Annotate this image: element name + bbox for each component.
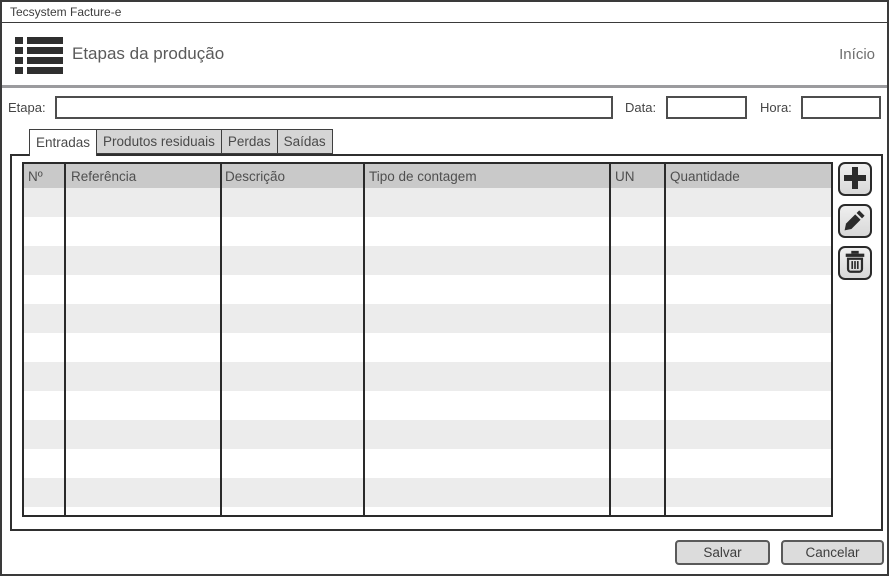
column-header: UN bbox=[615, 164, 662, 188]
page-title: Etapas da produção bbox=[72, 23, 224, 85]
column-divider bbox=[363, 164, 365, 515]
table-row bbox=[24, 362, 831, 391]
tab-perdas[interactable]: Perdas bbox=[221, 129, 278, 154]
data-label: Data: bbox=[625, 100, 656, 115]
etapa-label: Etapa: bbox=[8, 100, 46, 115]
tab-produtos-residuais[interactable]: Produtos residuais bbox=[96, 129, 222, 154]
list-icon bbox=[14, 36, 64, 77]
column-header: Descrição bbox=[225, 164, 361, 188]
table-body[interactable] bbox=[24, 188, 831, 515]
hora-input[interactable] bbox=[801, 96, 881, 119]
column-divider bbox=[220, 164, 222, 515]
items-table[interactable]: Nº Referência Descrição Tipo de contagem UN Q… bbox=[22, 162, 833, 517]
table-row bbox=[24, 217, 831, 246]
trash-icon bbox=[842, 249, 868, 278]
save-button[interactable]: Salvar bbox=[675, 540, 770, 565]
delete-row-button[interactable] bbox=[838, 246, 872, 280]
table-row bbox=[24, 449, 831, 478]
table-row bbox=[24, 188, 831, 217]
plus-icon bbox=[842, 165, 868, 194]
table-row bbox=[24, 507, 831, 515]
tab-entradas[interactable]: Entradas bbox=[29, 129, 97, 156]
table-row bbox=[24, 275, 831, 304]
column-header: Tipo de contagem bbox=[369, 164, 607, 188]
table-row bbox=[24, 478, 831, 507]
page-header: Etapas da produção Início bbox=[2, 23, 887, 88]
table-row bbox=[24, 246, 831, 275]
window-title: Tecsystem Facture-e bbox=[10, 5, 121, 19]
add-row-button[interactable] bbox=[838, 162, 872, 196]
data-input[interactable] bbox=[666, 96, 747, 119]
app-window: Tecsystem Facture-e Etapas da produção I… bbox=[0, 0, 889, 576]
column-divider bbox=[609, 164, 611, 515]
table-row bbox=[24, 420, 831, 449]
tab-saidas[interactable]: Saídas bbox=[277, 129, 333, 154]
etapa-input[interactable] bbox=[55, 96, 613, 119]
table-row bbox=[24, 304, 831, 333]
column-divider bbox=[64, 164, 66, 515]
edit-row-button[interactable] bbox=[838, 204, 872, 238]
title-bar: Tecsystem Facture-e bbox=[2, 2, 887, 23]
column-header: Nº bbox=[28, 164, 62, 188]
home-link[interactable]: Início bbox=[839, 23, 875, 85]
column-header: Referência bbox=[71, 164, 218, 188]
tab-bar: EntradasProdutos residuaisPerdasSaídas bbox=[29, 129, 332, 156]
hora-label: Hora: bbox=[760, 100, 792, 115]
table-row bbox=[24, 333, 831, 362]
column-divider bbox=[664, 164, 666, 515]
table-header-row: Nº Referência Descrição Tipo de contagem UN Q… bbox=[24, 164, 831, 188]
cancel-button[interactable]: Cancelar bbox=[781, 540, 884, 565]
table-row bbox=[24, 391, 831, 420]
column-header: Quantidade bbox=[670, 164, 829, 188]
pencil-icon bbox=[842, 207, 868, 236]
